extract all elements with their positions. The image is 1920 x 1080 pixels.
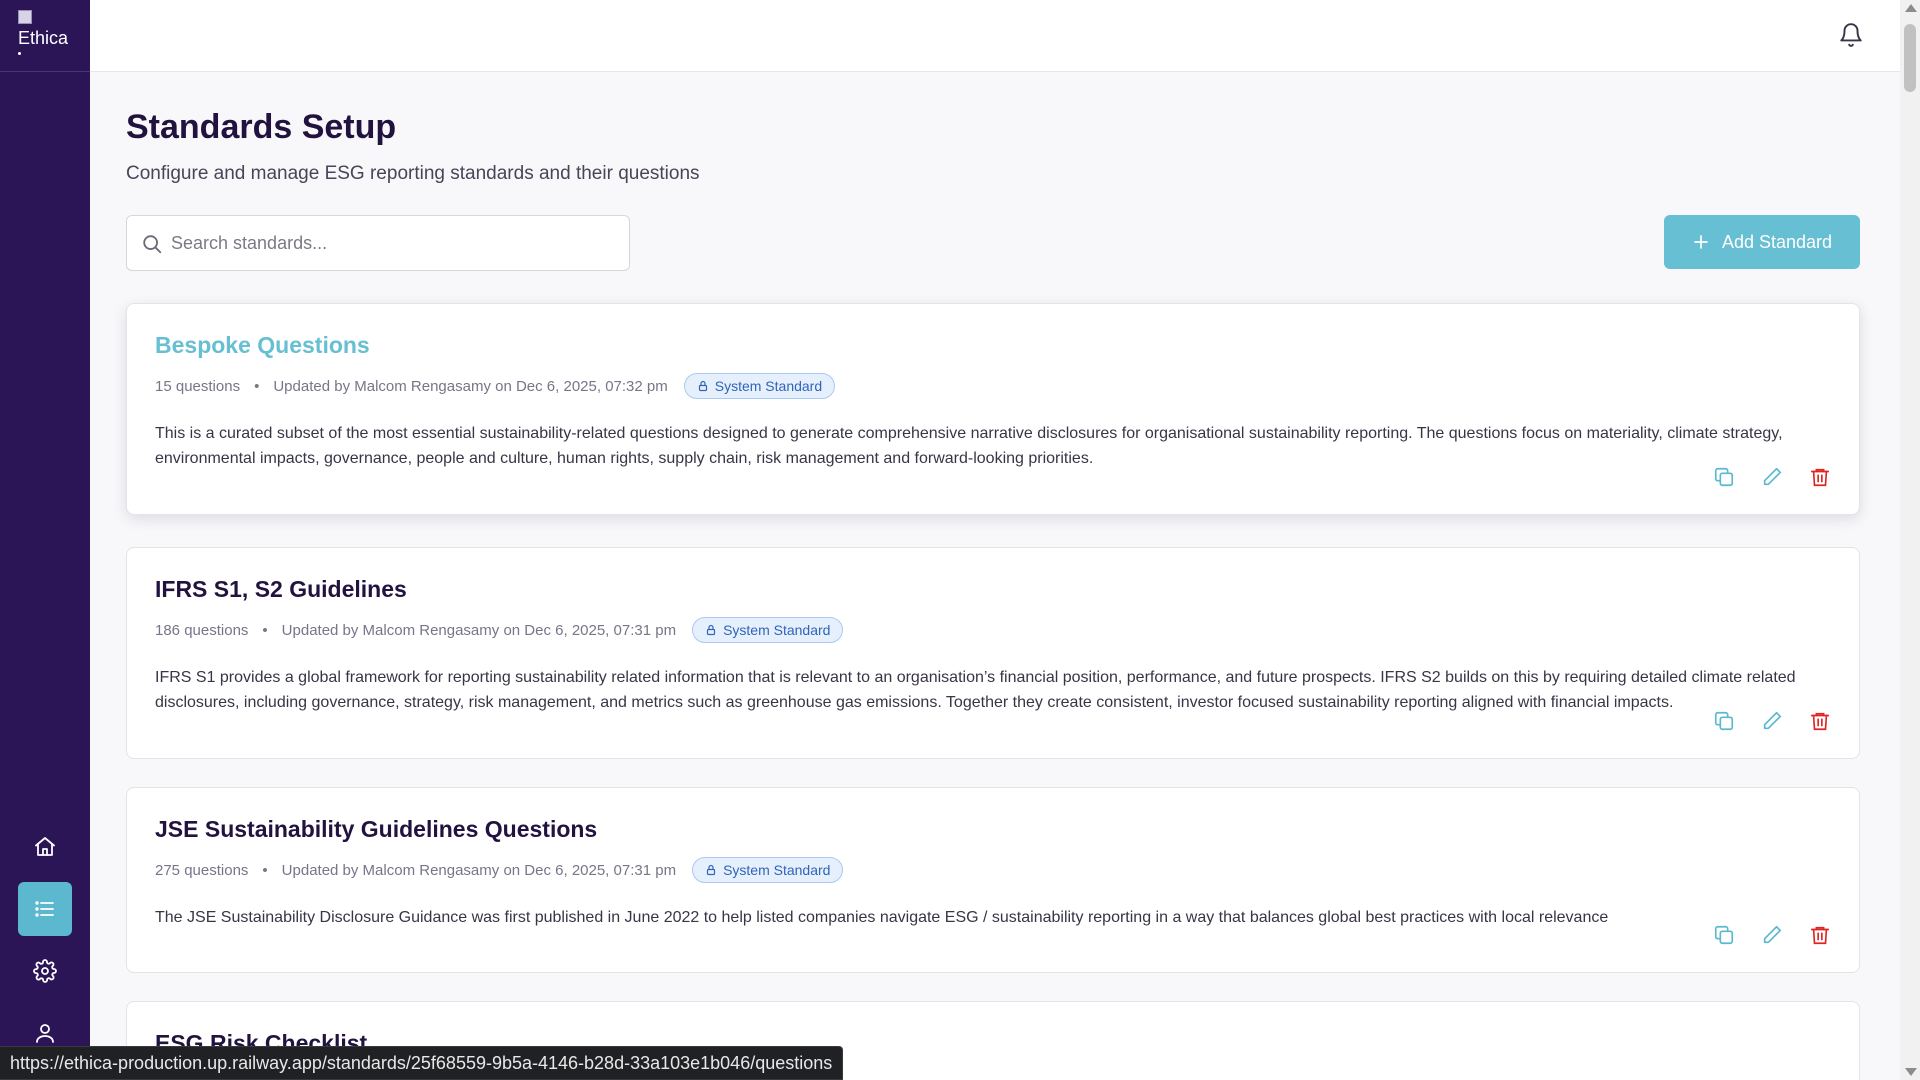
nav-standards[interactable] — [18, 882, 72, 936]
question-count: 186 questions — [155, 621, 249, 639]
broken-image-icon — [18, 10, 32, 24]
plus-icon — [1694, 235, 1708, 249]
pencil-icon — [1763, 925, 1782, 944]
edit-button[interactable] — [1761, 710, 1783, 732]
updated-info: Updated by Malcom Rengasamy on Dec 6, 20… — [273, 377, 668, 395]
standard-description: IFRS S1 provides a global framework for … — [155, 669, 1796, 711]
standard-meta: 15 questions • Updated by Malcom Rengasa… — [155, 373, 1831, 399]
scroll-thumb[interactable] — [1904, 24, 1916, 92]
standard-title[interactable]: Bespoke Questions — [155, 332, 1831, 359]
badge-label: System Standard — [714, 378, 823, 394]
standard-description: The JSE Sustainability Disclosure Guidan… — [155, 909, 1609, 926]
badge-label: System Standard — [723, 862, 831, 878]
page-scrollbar[interactable] — [1900, 0, 1920, 1080]
lock-icon — [698, 380, 707, 392]
meta-separator: • — [254, 377, 260, 395]
list-icon — [35, 901, 54, 917]
trash-icon — [1810, 468, 1830, 487]
system-standard-badge: System Standard — [683, 373, 836, 399]
logo-alt-text: Ethica — [18, 28, 69, 48]
logo[interactable]: Ethica — [0, 0, 90, 72]
delete-button[interactable] — [1809, 710, 1831, 732]
question-count: 15 questions — [155, 377, 241, 395]
page-title: Standards Setup — [126, 108, 397, 146]
system-standard-badge: System Standard — [692, 857, 844, 883]
lock-icon — [706, 864, 716, 876]
notifications-button[interactable] — [1838, 22, 1864, 48]
lock-icon — [706, 624, 716, 636]
logo-dot — [18, 52, 21, 55]
sidebar: Ethica — [0, 0, 90, 1080]
duplicate-button[interactable] — [1713, 924, 1735, 946]
main-content: Standards Setup Configure and manage ESG… — [126, 72, 1860, 1080]
user-icon — [36, 1024, 54, 1043]
nav-home[interactable] — [18, 820, 72, 874]
scroll-down-arrow-icon[interactable] — [1905, 1068, 1917, 1076]
standard-meta: 186 questions • Updated by Malcom Rengas… — [155, 617, 1831, 643]
card-actions — [1713, 924, 1831, 946]
search-box — [126, 215, 630, 271]
standard-description: This is a curated subset of the most ess… — [155, 425, 1783, 467]
edit-button[interactable] — [1761, 924, 1783, 946]
duplicate-button[interactable] — [1713, 466, 1735, 488]
meta-separator: • — [262, 861, 268, 879]
standard-meta: 275 questions • Updated by Malcom Rengas… — [155, 857, 1831, 883]
standard-card[interactable]: IFRS S1, S2 Guidelines 186 questions • U… — [126, 547, 1860, 759]
edit-button[interactable] — [1761, 466, 1783, 488]
card-actions — [1713, 710, 1831, 732]
delete-button[interactable] — [1809, 924, 1831, 946]
question-count: 275 questions — [155, 861, 249, 879]
gear-icon — [33, 959, 57, 983]
page-subtitle: Configure and manage ESG reporting stand… — [126, 163, 700, 184]
standard-title[interactable]: IFRS S1, S2 Guidelines — [155, 576, 1831, 603]
updated-info: Updated by Malcom Rengasamy on Dec 6, 20… — [281, 861, 677, 879]
delete-button[interactable] — [1809, 466, 1831, 488]
standard-card[interactable]: Bespoke Questions 15 questions • Updated… — [126, 303, 1860, 515]
toolbar: Add Standard — [126, 215, 1860, 271]
card-actions — [1713, 466, 1831, 488]
duplicate-button[interactable] — [1713, 710, 1735, 732]
trash-icon — [1810, 926, 1830, 945]
search-input[interactable] — [171, 216, 611, 270]
pencil-icon — [1763, 467, 1782, 486]
system-standard-badge: System Standard — [692, 617, 844, 643]
copy-icon — [1714, 925, 1734, 945]
trash-icon — [1810, 712, 1830, 731]
add-standard-button[interactable]: Add Standard — [1664, 215, 1860, 269]
bell-icon — [1840, 23, 1862, 47]
badge-label: System Standard — [723, 622, 831, 638]
copy-icon — [1714, 467, 1734, 487]
add-standard-label: Add Standard — [1721, 231, 1833, 252]
copy-icon — [1714, 711, 1734, 731]
scroll-up-arrow-icon[interactable] — [1905, 4, 1917, 12]
home-icon — [35, 837, 55, 856]
nav-settings[interactable] — [18, 944, 72, 998]
topbar — [90, 0, 1900, 72]
meta-separator: • — [262, 621, 268, 639]
status-bar-url: https://ethica-production.up.railway.app… — [0, 1046, 844, 1080]
standard-title[interactable]: JSE Sustainability Guidelines Questions — [155, 816, 1831, 843]
updated-info: Updated by Malcom Rengasamy on Dec 6, 20… — [281, 621, 677, 639]
standard-card[interactable]: JSE Sustainability Guidelines Questions … — [126, 787, 1860, 973]
pencil-icon — [1763, 711, 1782, 730]
search-icon — [143, 235, 162, 254]
